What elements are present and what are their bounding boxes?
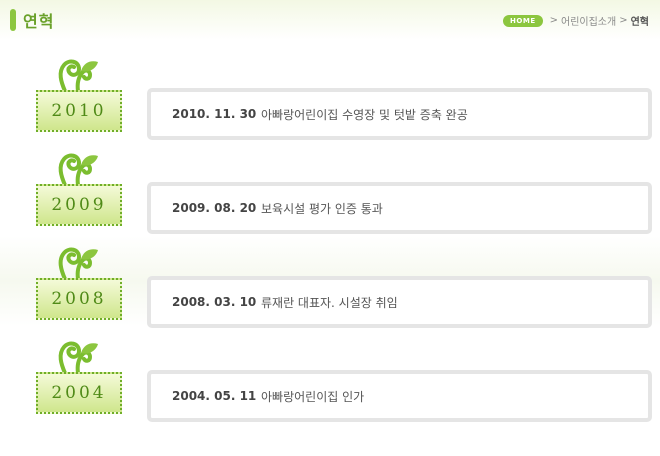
event-date: 2009. 08. 20: [172, 201, 257, 215]
event-date: 2004. 05. 11: [172, 389, 257, 403]
timeline-entry: 2004 2004. 05. 11 아빠랑어린이집 인가: [0, 340, 660, 432]
timeline-entry: 2008 2008. 03. 10 류재란 대표자. 시설장 취임: [0, 246, 660, 338]
sprout-icon: [58, 59, 98, 93]
event-description: 보육시설 평가 인증 통과: [261, 201, 383, 216]
event-date: 2010. 11. 30: [172, 107, 257, 121]
sprout-icon: [58, 341, 98, 375]
event-box: 2010. 11. 30 아빠랑어린이집 수영장 및 텃밭 증축 완공: [147, 88, 652, 140]
year-badge: 2004: [36, 372, 122, 414]
year-badge: 2009: [36, 184, 122, 226]
page-title: 연혁: [10, 8, 54, 32]
page-title-text: 연혁: [23, 12, 55, 31]
breadcrumb-item-about[interactable]: 어린이집소개: [561, 13, 616, 28]
sprout-icon: [58, 247, 98, 281]
event-description: 아빠랑어린이집 수영장 및 텃밭 증축 완공: [261, 107, 468, 122]
breadcrumb: HOME > 어린이집소개 > 연혁: [503, 13, 649, 28]
breadcrumb-separator: >: [619, 15, 628, 26]
timeline-entry: 2009 2009. 08. 20 보육시설 평가 인증 통과: [0, 152, 660, 244]
event-description: 류재란 대표자. 시설장 취임: [261, 295, 398, 310]
year-badge: 2010: [36, 90, 122, 132]
event-box: 2008. 03. 10 류재란 대표자. 시설장 취임: [147, 276, 652, 328]
year-badge: 2008: [36, 278, 122, 320]
event-box: 2009. 08. 20 보육시설 평가 인증 통과: [147, 182, 652, 234]
home-link[interactable]: HOME: [503, 14, 543, 27]
event-date: 2008. 03. 10: [172, 295, 257, 309]
timeline-entry: 2010 2010. 11. 30 아빠랑어린이집 수영장 및 텃밭 증축 완공: [0, 58, 660, 150]
event-description: 아빠랑어린이집 인가: [261, 389, 365, 404]
sprout-icon: [58, 153, 98, 187]
green-bar-icon: [10, 9, 16, 31]
breadcrumb-item-current: 연혁: [630, 17, 649, 28]
breadcrumb-separator: >: [549, 15, 558, 26]
event-box: 2004. 05. 11 아빠랑어린이집 인가: [147, 370, 652, 422]
